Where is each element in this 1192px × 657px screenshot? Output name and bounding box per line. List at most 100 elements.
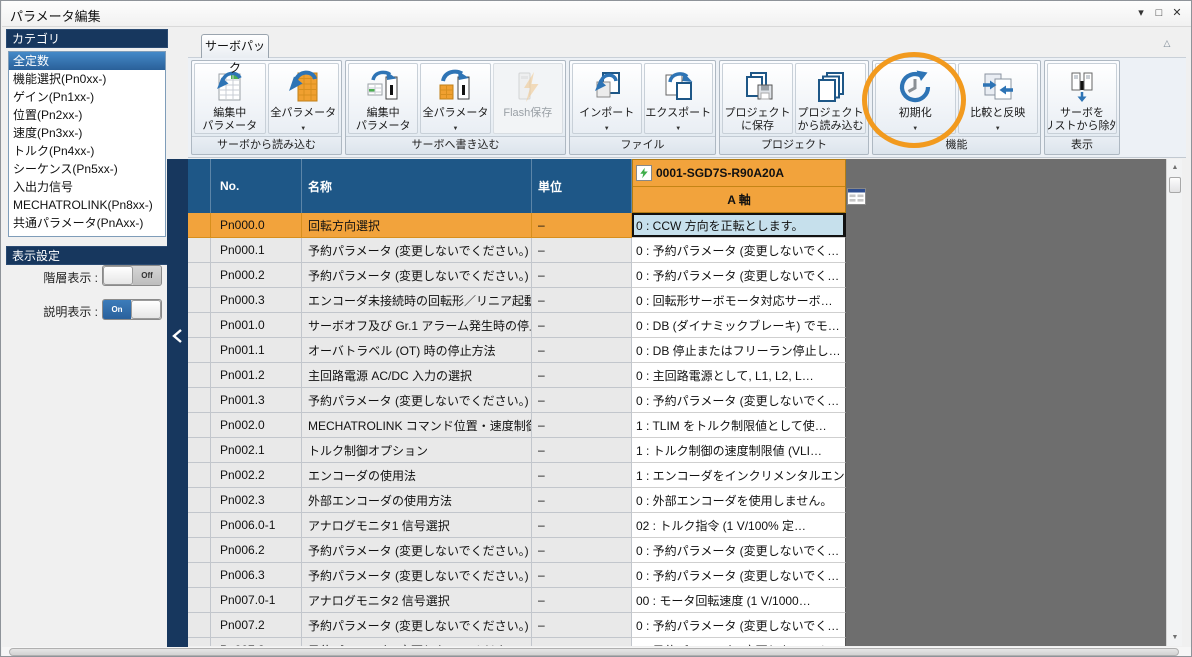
horizontal-scrollbar[interactable]: [2, 647, 1191, 657]
row-indicator-cell[interactable]: [188, 563, 211, 588]
table-row[interactable]: Pn001.2 主回路電源 AC/DC 入力の選択 – 0 : 主回路電源として…: [188, 363, 1166, 388]
row-indicator-cell[interactable]: [188, 263, 211, 288]
ribbon-button-read-all[interactable]: 全パラメータ ▼: [268, 63, 340, 134]
row-indicator-cell[interactable]: [188, 463, 211, 488]
header-axis-column[interactable]: 0001-SGD7S-R90A20A A 軸: [632, 159, 846, 213]
horizontal-scroll-thumb[interactable]: [9, 648, 1179, 656]
table-row[interactable]: Pn002.2 エンコーダの使用法 – 1 : エンコーダをインクリメンタルエン…: [188, 463, 1166, 488]
dropdown-arrow-icon[interactable]: ▼: [421, 126, 489, 132]
table-row[interactable]: Pn006.2 予約パラメータ (変更しないでください。) – 0 : 予約パラ…: [188, 538, 1166, 563]
sidebar-category-item[interactable]: 位置(Pn2xx-): [9, 106, 165, 124]
sidebar-category-item[interactable]: MECHATROLINK(Pn8xx-): [9, 196, 165, 214]
table-row[interactable]: Pn007.3 予約パラメータ (変更しないでください。) – 0 : 予約パラ…: [188, 638, 1166, 646]
param-value-cell[interactable]: 0 : 予約パラメータ (変更しないでく…: [632, 538, 846, 563]
ribbon-button-load-project[interactable]: プロジェクトから読み込む: [795, 63, 866, 134]
param-value-cell[interactable]: 0 : 主回路電源として, L1, L2, L…: [632, 363, 846, 388]
sidebar-category-item[interactable]: 共通パラメータ(PnAxx-): [9, 214, 165, 232]
table-row[interactable]: Pn000.1 予約パラメータ (変更しないでください。) – 0 : 予約パラ…: [188, 238, 1166, 263]
table-view-icon[interactable]: [847, 188, 866, 205]
window-menu-icon[interactable]: ▾: [1133, 5, 1149, 22]
table-row[interactable]: Pn007.0-1 アナログモニタ2 信号選択 – 00 : モータ回転速度 (…: [188, 588, 1166, 613]
row-indicator-cell[interactable]: [188, 513, 211, 538]
row-indicator-cell[interactable]: [188, 213, 211, 238]
row-indicator-cell[interactable]: [188, 313, 211, 338]
ribbon-button-exclude-servo[interactable]: サーボをリストから除外: [1047, 63, 1117, 134]
description-display-toggle[interactable]: On: [102, 299, 162, 320]
ribbon-collapse-icon[interactable]: △: [1158, 35, 1176, 51]
param-value-cell[interactable]: 0 : 予約パラメータ (変更しないでく…: [632, 238, 846, 263]
param-value-cell[interactable]: 0 : 予約パラメータ (変更しないでく…: [632, 563, 846, 588]
table-row[interactable]: Pn001.3 予約パラメータ (変更しないでください。) – 0 : 予約パラ…: [188, 388, 1166, 413]
scroll-down-icon[interactable]: ▼: [1167, 630, 1183, 645]
dropdown-arrow-icon[interactable]: ▼: [959, 126, 1038, 132]
maximize-icon[interactable]: □: [1151, 5, 1167, 22]
table-row[interactable]: Pn001.0 サーボオフ及び Gr.1 アラーム発生時の停止方法 – 0 : …: [188, 313, 1166, 338]
table-row[interactable]: Pn002.3 外部エンコーダの使用方法 – 0 : 外部エンコーダを使用しませ…: [188, 488, 1166, 513]
param-value-cell[interactable]: 0 : 回転形サーボモータ対応サーボ…: [632, 288, 846, 313]
row-indicator-cell[interactable]: [188, 438, 211, 463]
table-row[interactable]: Pn006.3 予約パラメータ (変更しないでください。) – 0 : 予約パラ…: [188, 563, 1166, 588]
scroll-up-icon[interactable]: ▲: [1167, 160, 1183, 175]
dropdown-arrow-icon[interactable]: ▼: [645, 126, 713, 132]
row-indicator-cell[interactable]: [188, 338, 211, 363]
row-indicator-cell[interactable]: [188, 288, 211, 313]
dropdown-arrow-icon[interactable]: ▼: [876, 126, 955, 132]
category-list: 全定数機能選択(Pn0xx-)ゲイン(Pn1xx-)位置(Pn2xx-)速度(P…: [8, 51, 166, 237]
sidebar-category-item[interactable]: 全定数: [9, 52, 165, 70]
ribbon-button-initialize[interactable]: 初期化 ▼: [875, 63, 956, 134]
sidebar-category-item[interactable]: 速度(Pn3xx-): [9, 124, 165, 142]
row-indicator-cell[interactable]: [188, 238, 211, 263]
param-value-cell[interactable]: 00 : モータ回転速度 (1 V/1000…: [632, 588, 846, 613]
param-unit-cell: –: [532, 288, 632, 313]
row-indicator-cell[interactable]: [188, 588, 211, 613]
row-indicator-cell[interactable]: [188, 538, 211, 563]
param-value-cell[interactable]: 0 : DB (ダイナミックブレーキ) でモ…: [632, 313, 846, 338]
dropdown-arrow-icon[interactable]: ▼: [269, 126, 339, 132]
row-indicator-cell[interactable]: [188, 638, 211, 646]
table-row[interactable]: Pn000.0 回転方向選択 – 0 : CCW 方向を正転とします。: [188, 213, 1166, 238]
param-value-cell[interactable]: 0 : 予約パラメータ (変更しないでく…: [632, 613, 846, 638]
table-row[interactable]: Pn006.0-1 アナログモニタ1 信号選択 – 02 : トルク指令 (1 …: [188, 513, 1166, 538]
vertical-scrollbar[interactable]: ▲ ▼: [1166, 159, 1182, 646]
table-row[interactable]: Pn007.2 予約パラメータ (変更しないでください。) – 0 : 予約パラ…: [188, 613, 1166, 638]
param-value-cell[interactable]: 1 : トルク制御の速度制限値 (VLI…: [632, 438, 846, 463]
param-value-cell[interactable]: 1 : エンコーダをインクリメンタルエンコ…: [632, 463, 846, 488]
row-indicator-cell[interactable]: [188, 363, 211, 388]
ribbon-button-write-all[interactable]: 全パラメータ ▼: [420, 63, 490, 134]
dropdown-arrow-icon[interactable]: ▼: [573, 126, 641, 132]
ribbon-button-import[interactable]: インポート ▼: [572, 63, 642, 134]
row-indicator-cell[interactable]: [188, 488, 211, 513]
hierarchy-display-toggle[interactable]: Off: [102, 265, 162, 286]
table-row[interactable]: Pn002.1 トルク制御オプション – 1 : トルク制御の速度制限値 (VL…: [188, 438, 1166, 463]
row-indicator-cell[interactable]: [188, 613, 211, 638]
ribbon-button-compare[interactable]: 比較と反映 ▼: [958, 63, 1039, 134]
display-settings-header: 表示設定: [6, 246, 168, 265]
param-value-cell[interactable]: 0 : 予約パラメータ (変更しないでく…: [632, 263, 846, 288]
param-value-cell[interactable]: 02 : トルク指令 (1 V/100% 定…: [632, 513, 846, 538]
sidebar-collapse-strip[interactable]: [167, 159, 188, 647]
ribbon-button-write-editing[interactable]: 編集中パラメータ: [348, 63, 418, 134]
servo-device-header[interactable]: 0001-SGD7S-R90A20A: [633, 160, 845, 187]
param-value-cell[interactable]: 0 : 外部エンコーダを使用しません。: [632, 488, 846, 513]
param-value-cell[interactable]: 1 : TLIM をトルク制限値として使…: [632, 413, 846, 438]
sidebar-category-item[interactable]: ゲイン(Pn1xx-): [9, 88, 165, 106]
param-value-cell[interactable]: 0 : 予約パラメータ (変更しないでく: [632, 638, 846, 646]
table-row[interactable]: Pn000.2 予約パラメータ (変更しないでください。) – 0 : 予約パラ…: [188, 263, 1166, 288]
ribbon-button-save-project[interactable]: プロジェクトに保存: [722, 63, 793, 134]
param-value-cell[interactable]: 0 : DB 停止またはフリーラン停止し…: [632, 338, 846, 363]
table-row[interactable]: Pn001.1 オーバトラベル (OT) 時の停止方法 – 0 : DB 停止ま…: [188, 338, 1166, 363]
close-icon[interactable]: ✕: [1169, 5, 1185, 22]
sidebar-category-item[interactable]: トルク(Pn4xx-): [9, 142, 165, 160]
ribbon-button-export[interactable]: エクスポート ▼: [644, 63, 714, 134]
sidebar-category-item[interactable]: 入出力信号: [9, 178, 165, 196]
vertical-scroll-thumb[interactable]: [1169, 177, 1181, 193]
param-value-cell[interactable]: 0 : 予約パラメータ (変更しないでく…: [632, 388, 846, 413]
tab-servopack[interactable]: サーボパック: [201, 34, 269, 58]
table-row[interactable]: Pn000.3 エンコーダ未接続時の回転形／リニア起動選択 – 0 : 回転形サ…: [188, 288, 1166, 313]
row-indicator-cell[interactable]: [188, 388, 211, 413]
sidebar-category-item[interactable]: 機能選択(Pn0xx-): [9, 70, 165, 88]
table-row[interactable]: Pn002.0 MECHATROLINK コマンド位置・速度制御 – 1 : T…: [188, 413, 1166, 438]
param-value-cell[interactable]: 0 : CCW 方向を正転とします。: [632, 213, 846, 238]
row-indicator-cell[interactable]: [188, 413, 211, 438]
sidebar-category-item[interactable]: シーケンス(Pn5xx-): [9, 160, 165, 178]
